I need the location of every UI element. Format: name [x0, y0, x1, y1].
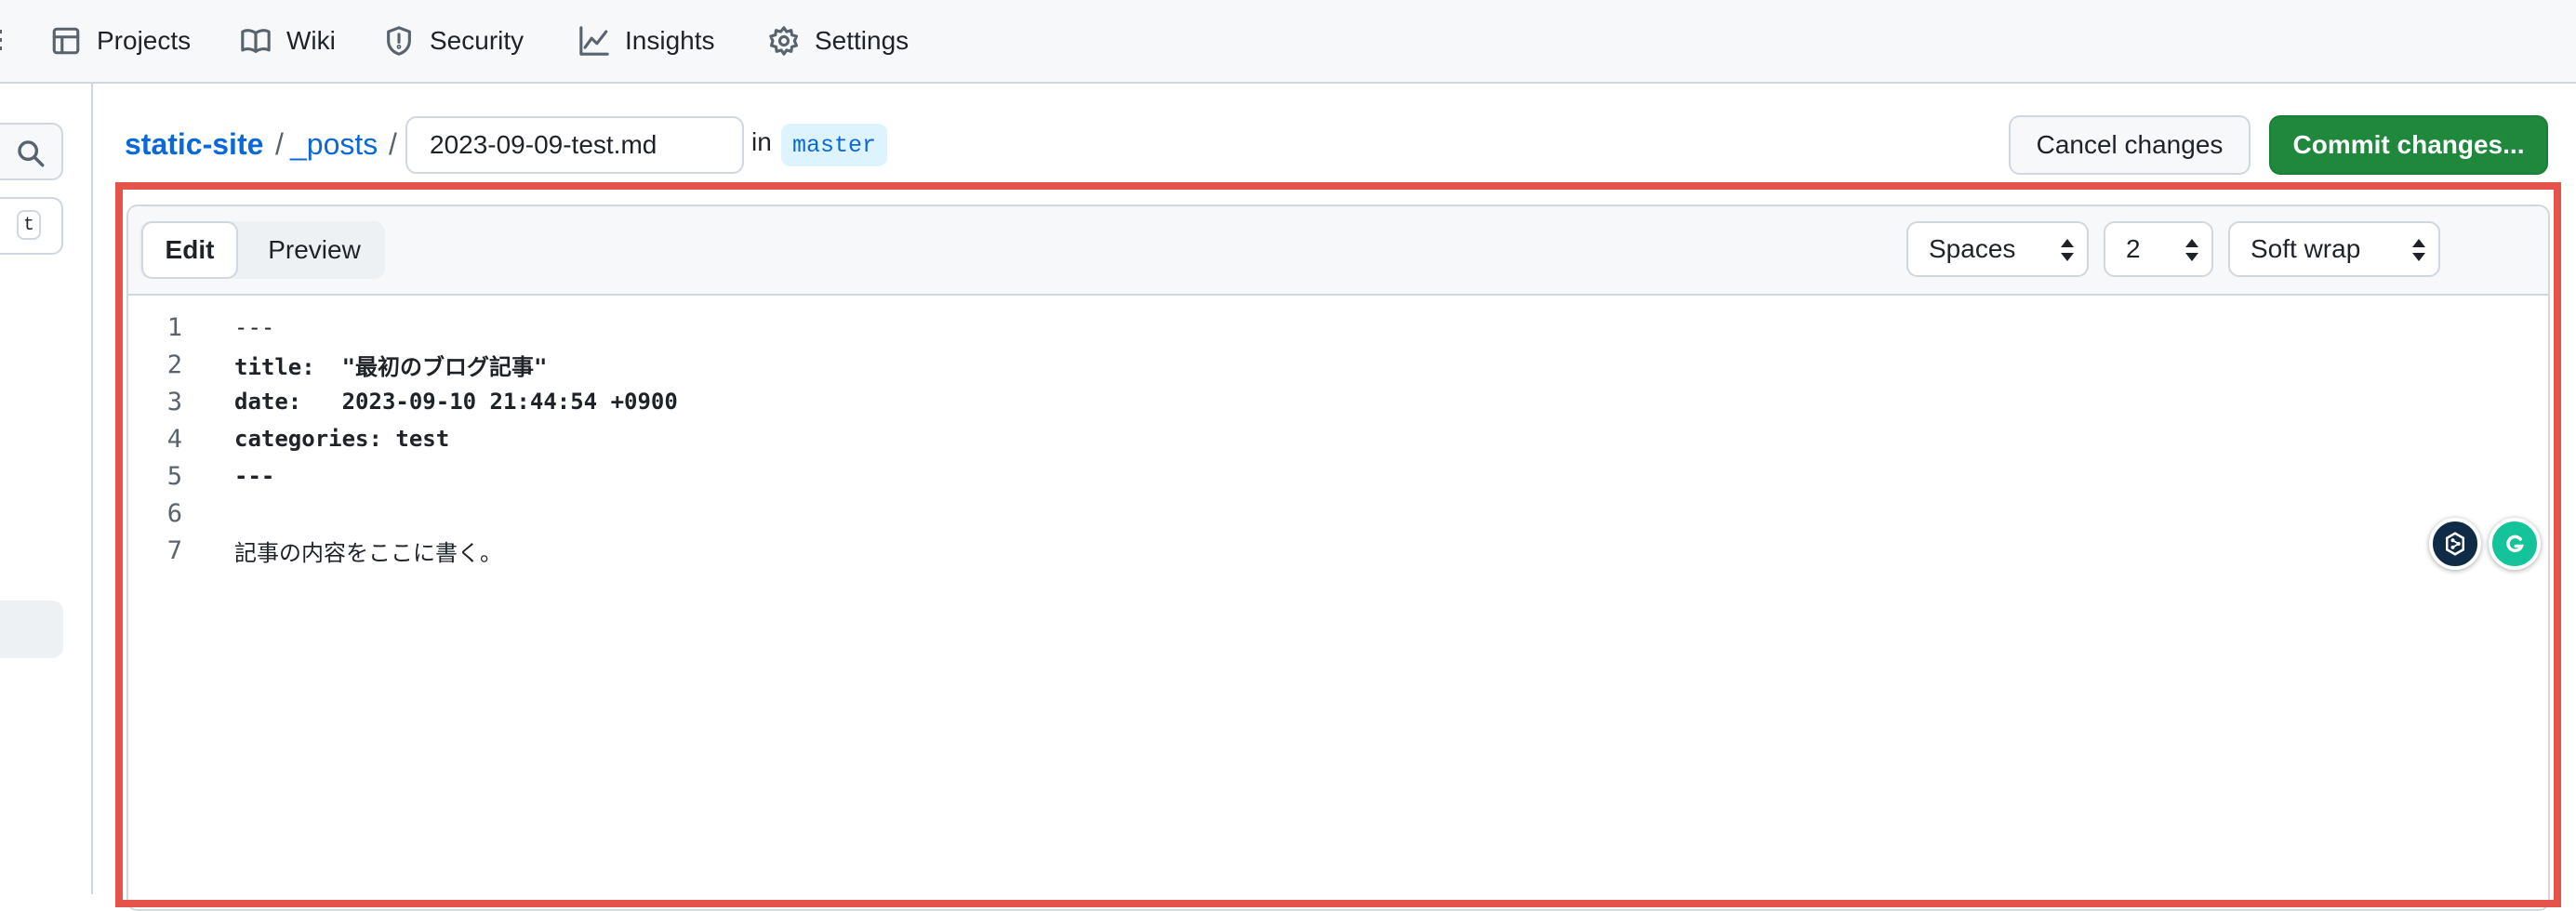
code-line: 5 --- [128, 457, 2548, 495]
breadcrumb-separator-text: / [275, 126, 284, 161]
line-content: categories: test [234, 426, 450, 452]
breadcrumb-separator-2: / [389, 125, 397, 163]
code-editor: Edit Preview Spaces 2 Soft wrap 1 --- 2 … [126, 205, 2550, 911]
nav-projects-label: Projects [97, 26, 192, 55]
line-content: --- [234, 314, 275, 340]
breadcrumb-folder: _posts [290, 125, 378, 163]
nav-settings-label: Settings [815, 26, 910, 55]
gear-icon [769, 26, 799, 56]
line-content: title: "最初のブログ記事" [234, 353, 548, 380]
line-content: --- [234, 463, 275, 489]
select-caret-icon [2412, 239, 2425, 261]
deepl-icon[interactable] [2429, 518, 2481, 570]
line-number: 5 [166, 461, 182, 491]
nav-settings[interactable]: Settings [768, 20, 909, 61]
book-icon [241, 29, 271, 53]
indent-mode-select[interactable]: Spaces [1906, 221, 2089, 277]
nav-security[interactable]: Security [383, 20, 524, 61]
indent-size-value: 2 [2126, 234, 2141, 263]
cancel-changes-button[interactable]: Cancel changes [2009, 115, 2251, 175]
repo-nav: Projects Wiki Security Insights Settings [0, 0, 2576, 84]
nav-wiki-label: Wiki [286, 26, 336, 55]
indent-mode-value: Spaces [1929, 234, 2016, 263]
shield-icon [387, 26, 411, 56]
line-number: 7 [166, 535, 182, 565]
deepl-logo-icon [2446, 532, 2464, 556]
in-label: in [751, 127, 772, 156]
line-content: 記事の内容をここに書く。 [234, 539, 502, 566]
truncated-nav-icon [0, 26, 6, 56]
wrap-mode-select[interactable]: Soft wrap [2228, 221, 2440, 277]
keyboard-shortcut-badge: t [17, 210, 41, 240]
code-line: 2 title: "最初のブログ記事" [128, 346, 2548, 383]
breadcrumb: static-site [125, 125, 263, 163]
code-line: 6 [128, 495, 2548, 532]
tab-preview[interactable]: Preview [249, 221, 379, 279]
code-line: 4 categories: test [128, 420, 2548, 457]
indent-size-select[interactable]: 2 [2104, 221, 2213, 277]
breadcrumb-separator-text-2: / [389, 126, 397, 161]
code-line: 7 記事の内容をここに書く。 [128, 532, 2548, 569]
line-number: 3 [166, 387, 182, 416]
sidebar-active-item[interactable] [0, 601, 63, 658]
editor-toolbar: Edit Preview Spaces 2 Soft wrap [128, 206, 2548, 296]
line-number: 4 [166, 424, 182, 454]
file-search-button[interactable] [0, 123, 63, 180]
search-icon [18, 140, 45, 167]
nav-insights-label: Insights [625, 26, 715, 55]
graph-icon [579, 26, 609, 56]
grammarly-icon[interactable] [2489, 518, 2541, 570]
code-content[interactable]: 1 --- 2 title: "最初のブログ記事" 3 date: 2023-0… [128, 309, 2548, 569]
tab-edit[interactable]: Edit [141, 221, 238, 279]
line-number: 6 [166, 498, 182, 528]
select-caret-icon [2061, 239, 2074, 261]
nav-security-label: Security [430, 26, 524, 55]
select-caret-icon [2185, 239, 2198, 261]
code-line: 3 date: 2023-09-10 21:44:54 +0900 [128, 383, 2548, 420]
nav-insights[interactable]: Insights [578, 20, 715, 61]
code-line: 1 --- [128, 309, 2548, 346]
line-content: date: 2023-09-10 21:44:54 +0900 [234, 389, 678, 415]
table-icon [52, 27, 80, 55]
nav-projects[interactable]: Projects [50, 20, 191, 61]
breadcrumb-separator: / [275, 125, 284, 163]
filename-input[interactable] [405, 116, 744, 174]
nav-wiki[interactable]: Wiki [240, 20, 336, 61]
breadcrumb-repo-link[interactable]: static-site [125, 127, 263, 162]
go-to-file-input[interactable]: t [0, 197, 63, 255]
breadcrumb-folder-link[interactable]: _posts [290, 127, 378, 162]
grammarly-g-icon [2506, 535, 2525, 553]
line-number: 1 [166, 312, 182, 342]
wrap-mode-value: Soft wrap [2251, 234, 2361, 263]
commit-changes-button[interactable]: Commit changes... [2269, 115, 2548, 175]
branch-badge: master [781, 124, 888, 166]
line-number: 2 [166, 350, 182, 379]
